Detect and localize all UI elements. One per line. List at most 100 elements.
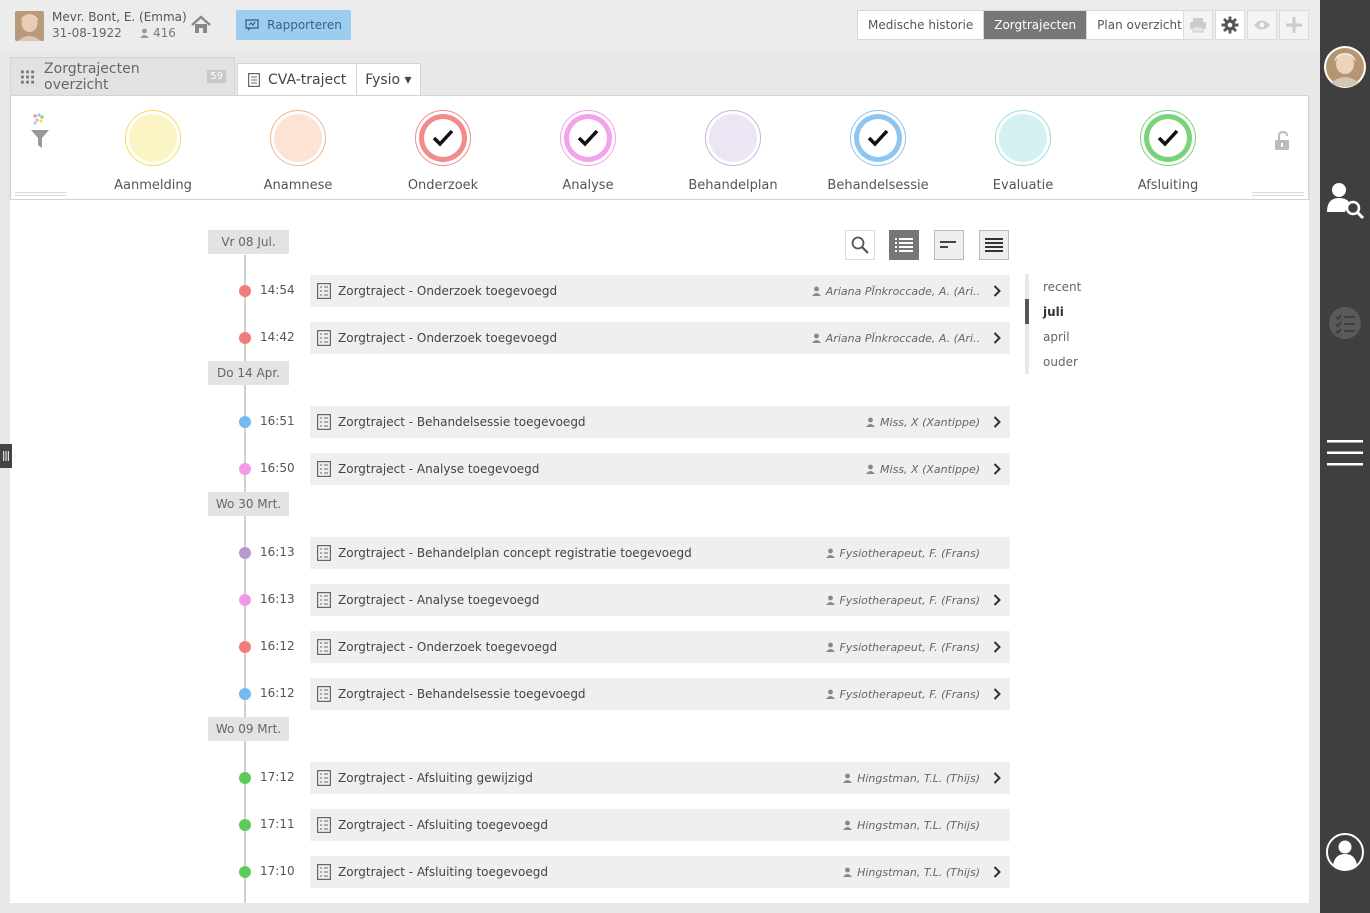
event-bar[interactable]: Zorgtraject - Onderzoek toegevoegd Ariana… [310, 322, 1010, 354]
tasks-icon[interactable] [1320, 306, 1370, 340]
side-panel-handle[interactable] [0, 444, 12, 468]
event-title: Zorgtraject - Afsluiting toegevoegd [338, 818, 548, 832]
discipline-dropdown[interactable]: Fysio ▾ [356, 64, 419, 95]
chevron-right-icon[interactable] [988, 416, 1006, 428]
event-bar[interactable]: Zorgtraject - Behandelsessie toegevoegd F… [310, 678, 1010, 710]
person-icon [825, 689, 835, 699]
add-button[interactable] [1279, 10, 1309, 40]
stage-done-marker [1149, 119, 1187, 157]
detail-view-button[interactable] [979, 230, 1009, 260]
stage-label: Aanmelding [114, 178, 192, 193]
overview-count-badge: 59 [207, 70, 226, 83]
stage-label: Afsluiting [1137, 178, 1199, 193]
stage-onderzoek[interactable]: Onderzoek [383, 110, 503, 193]
event-bar[interactable]: Zorgtraject - Behandelplan concept regis… [310, 537, 1010, 569]
stage-anamnese[interactable]: Anamnese [238, 110, 358, 193]
stage-analyse[interactable]: Analyse [528, 110, 648, 193]
event-bar[interactable]: Zorgtraject - Analyse toegevoegd Miss, X … [310, 453, 1010, 485]
report-button[interactable]: Rapporteren [236, 10, 351, 40]
print-button[interactable] [1183, 10, 1213, 40]
account-icon[interactable] [1320, 832, 1370, 872]
filter-icon[interactable] [29, 112, 51, 154]
person-icon [866, 417, 876, 427]
event-user: Miss, X (Xantippe) [866, 463, 980, 476]
stage-afsluiting[interactable]: Afsluiting [1108, 110, 1228, 193]
resize-grip-left[interactable] [15, 192, 67, 196]
event-title: Zorgtraject - Onderzoek toegevoegd [338, 284, 558, 298]
search-icon [851, 236, 869, 254]
tab-cva-traject[interactable]: CVA-traject Fysio ▾ [237, 63, 421, 95]
trajectory-tab[interactable]: CVA-traject [238, 64, 356, 95]
chevron-right-icon[interactable] [988, 285, 1006, 297]
event-user-name: Fysiotherapeut, F. (Frans) [839, 546, 980, 560]
event-title: Zorgtraject - Behandelsessie toegevoegd [338, 415, 586, 429]
event-bar[interactable]: Zorgtraject - Onderzoek toegevoegd Fysiot… [310, 631, 1010, 663]
month-ouder[interactable]: ouder [1025, 349, 1081, 374]
event-dot [239, 416, 251, 428]
chevron-right-icon[interactable] [988, 772, 1006, 784]
event-user-name: Fysiotherapeut, F. (Frans) [839, 593, 980, 607]
unlock-icon[interactable] [1271, 130, 1293, 156]
list-view-button[interactable] [889, 230, 919, 260]
event-user-name: Hingstman, T.L. (Thijs) [857, 865, 980, 879]
settings-button[interactable] [1215, 10, 1245, 40]
compact-view-button[interactable] [934, 230, 964, 260]
month-juli[interactable]: juli [1025, 299, 1081, 324]
month-recent[interactable]: recent [1025, 274, 1081, 299]
gear-icon [1221, 16, 1239, 34]
event-bar[interactable]: Zorgtraject - Onderzoek toegevoegd Ariana… [310, 275, 1010, 307]
timeline-panel: Vr 08 Jul. 14:54 Zorgtraject - Onderzoek t… [10, 200, 1309, 903]
home-icon[interactable] [190, 14, 212, 36]
tab-zorgtrajecten-overzicht[interactable]: Zorgtrajecten overzicht 59 [10, 57, 235, 95]
event-bar[interactable]: Zorgtraject - Afsluiting toegevoegd Hings… [310, 809, 1010, 841]
patient-name: Mevr. Bont, E. (Emma) [52, 10, 187, 24]
event-time: 16:51 [260, 414, 295, 428]
checkmark-icon [1157, 129, 1179, 147]
event-user-name: Ariana PÏnkroccade, A. (Ari.. [825, 331, 980, 345]
patient-search-icon[interactable] [1320, 180, 1370, 220]
stage-bar: Aanmelding Anamnese Onderzoek Analyse Behand… [10, 95, 1309, 200]
event-bar[interactable]: Zorgtraject - Afsluiting toegevoegd Hings… [310, 856, 1010, 888]
event-dot [239, 332, 251, 344]
user-avatar[interactable] [1320, 45, 1370, 89]
view-button[interactable] [1247, 10, 1277, 40]
person-icon [843, 867, 853, 877]
chevron-right-icon[interactable] [988, 332, 1006, 344]
person-icon [140, 28, 149, 38]
patient-avatar[interactable] [15, 11, 44, 41]
chevron-right-icon[interactable] [988, 688, 1006, 700]
stage-done-marker [569, 119, 607, 157]
event-user-name: Hingstman, T.L. (Thijs) [857, 818, 980, 832]
stage-evaluatie[interactable]: Evaluatie [963, 110, 1083, 193]
date-header: Do 14 Apr. [208, 361, 289, 385]
search-button[interactable] [845, 230, 875, 260]
event-time: 17:10 [260, 864, 295, 878]
stage-behandelplan[interactable]: Behandelplan [673, 110, 793, 193]
stage-indicator [705, 110, 761, 166]
plus-icon [1286, 17, 1302, 33]
event-bar[interactable]: Zorgtraject - Behandelsessie toegevoegd M… [310, 406, 1010, 438]
event-dot [239, 285, 251, 297]
chevron-right-icon[interactable] [988, 866, 1006, 878]
event-title: Zorgtraject - Afsluiting toegevoegd [338, 865, 548, 879]
event-bar[interactable]: Zorgtraject - Afsluiting gewijzigd Hingst… [310, 762, 1010, 794]
patient-dob: 31-08-1922 [52, 26, 122, 40]
event-user-name: Miss, X (Xantippe) [880, 415, 980, 429]
document-icon [317, 639, 331, 655]
stage-done-marker [859, 119, 897, 157]
tab-medische-historie[interactable]: Medische historie [858, 11, 985, 39]
chevron-right-icon[interactable] [988, 641, 1006, 653]
tab-plan-overzicht[interactable]: Plan overzicht [1087, 11, 1192, 39]
hamburger-menu-icon[interactable] [1320, 440, 1370, 466]
resize-grip-right[interactable] [1252, 192, 1304, 196]
event-bar[interactable]: Zorgtraject - Analyse toegevoegd Fysiothe… [310, 584, 1010, 616]
person-icon [825, 595, 835, 605]
person-icon [825, 548, 835, 558]
chevron-right-icon[interactable] [988, 463, 1006, 475]
chevron-right-icon[interactable] [988, 594, 1006, 606]
checkmark-icon [432, 129, 454, 147]
month-april[interactable]: april [1025, 324, 1081, 349]
stage-aanmelding[interactable]: Aanmelding [93, 110, 213, 193]
stage-behandelsessie[interactable]: Behandelsessie [818, 110, 938, 193]
tab-zorgtrajecten[interactable]: Zorgtrajecten [984, 11, 1088, 39]
